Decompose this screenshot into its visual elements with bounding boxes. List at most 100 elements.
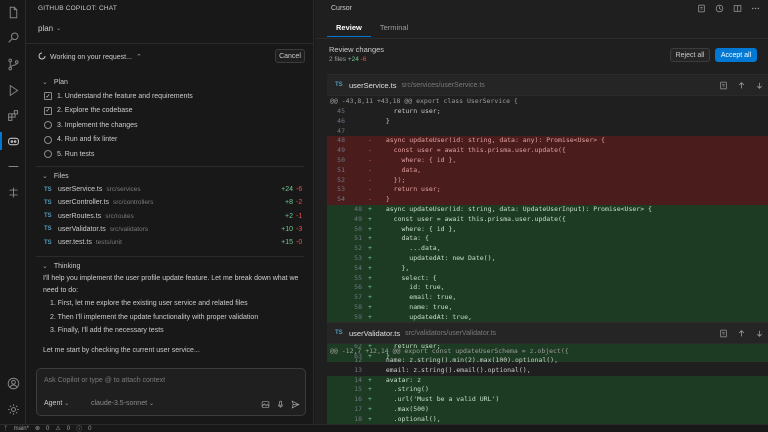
- mode-selector[interactable]: plan ⌄: [38, 24, 61, 33]
- diff-line: 53 - return user;: [327, 185, 768, 196]
- tab-terminal[interactable]: Terminal: [371, 19, 417, 37]
- old-line-number: 53: [337, 185, 345, 194]
- old-line-number: [327, 264, 345, 274]
- remote-icon[interactable]: [5, 184, 21, 200]
- model-selector[interactable]: claude-3.5-sonnet ⌄: [91, 400, 154, 407]
- reject-all-button[interactable]: Reject all: [670, 48, 710, 62]
- chat-input-box[interactable]: Ask Copilot or type @ to attach context …: [36, 368, 306, 416]
- new-line-number: [345, 166, 362, 176]
- new-line-number: [345, 117, 362, 127]
- diff-line: 16 + .url('Must be a valid URL'): [327, 395, 768, 405]
- settings-gear-icon[interactable]: [5, 401, 21, 417]
- warning-count[interactable]: 0: [67, 426, 70, 432]
- file-row[interactable]: TS userService.ts src/services +24 -6: [44, 186, 306, 193]
- window-title: Cursor: [331, 5, 353, 12]
- plan-item[interactable]: ✓ 1. Understand the feature and requireme…: [44, 92, 193, 100]
- search-icon[interactable]: [5, 29, 21, 45]
- arrow-up-icon[interactable]: [736, 328, 746, 338]
- files-icon[interactable]: [5, 4, 21, 20]
- file-name: user.test.ts: [58, 239, 92, 247]
- circle-pending-icon: [44, 150, 52, 159]
- files-section-header[interactable]: ⌄ Files: [42, 172, 69, 181]
- send-icon[interactable]: [290, 399, 300, 409]
- extensions-icon[interactable]: [5, 107, 21, 123]
- plan-item[interactable]: 5. Run tests: [44, 150, 94, 159]
- arrow-down-icon[interactable]: [754, 80, 764, 90]
- plan-item[interactable]: 4. Run and fix linter: [44, 135, 117, 144]
- error-count[interactable]: 0: [46, 426, 49, 432]
- account-icon[interactable]: [5, 375, 21, 391]
- tab-review[interactable]: Review: [327, 19, 371, 37]
- diff-sign: -: [368, 175, 372, 184]
- review-title: Review changes: [329, 45, 385, 54]
- new-file-icon[interactable]: [696, 3, 706, 13]
- split-layout-icon[interactable]: [732, 3, 742, 13]
- diff-line: 51 + data: {: [327, 234, 768, 245]
- thinking-section-header[interactable]: ⌄ Thinking: [42, 262, 80, 271]
- diff-sign: +: [368, 244, 372, 253]
- model-label: claude-3.5-sonnet: [91, 400, 148, 407]
- agent-label: Agent: [44, 400, 63, 407]
- chevron-up-icon: ⌃: [135, 54, 142, 61]
- diff-sign: +: [368, 224, 372, 233]
- new-line-number: 14: [354, 375, 362, 384]
- copilot-chat-icon[interactable]: [5, 133, 21, 149]
- new-line-number: 16: [354, 395, 362, 404]
- diff-file-header[interactable]: TS userService.ts src/services/userServi…: [327, 74, 768, 96]
- panel-title: GITHUB COPILOT: CHAT: [38, 5, 117, 12]
- lines-added: +2: [285, 212, 293, 220]
- copilot-chat-panel: GITHUB COPILOT: CHAT plan ⌄ Working on y…: [26, 0, 314, 424]
- minus-icon[interactable]: [5, 158, 21, 174]
- file-row[interactable]: TS userRoutes.ts src/routes +2 -1: [44, 213, 306, 220]
- info-count[interactable]: 0: [88, 426, 91, 432]
- new-line-number: 54: [354, 263, 362, 272]
- file-name: userValidator.ts: [58, 225, 106, 233]
- file-row[interactable]: TS userController.ts src/controllers +8 -2: [44, 199, 306, 206]
- plan-section-header[interactable]: ⌄ Plan: [42, 78, 68, 87]
- diff-sign: -: [368, 165, 372, 174]
- agent-selector[interactable]: Agent ⌄: [44, 400, 69, 407]
- old-line-number: 49: [337, 146, 345, 155]
- chevron-down-icon: ⌄: [149, 401, 155, 407]
- tab-underline: [315, 38, 768, 39]
- arrow-up-icon[interactable]: [736, 80, 746, 90]
- lines-removed: -0: [296, 239, 303, 247]
- file-row[interactable]: TS user.test.ts tests/unit +15 -0: [44, 239, 306, 246]
- cancel-button[interactable]: Cancel: [275, 49, 305, 63]
- diff-line: 52 - });: [327, 175, 768, 186]
- diff-line: 49 + const user = await this.prisma.user.…: [327, 214, 768, 225]
- chevron-down-icon: ⌄: [42, 79, 48, 86]
- code-text: },: [378, 263, 410, 272]
- old-line-number: 45: [337, 107, 345, 115]
- history-icon[interactable]: [714, 3, 724, 13]
- diff-line: 49 - const user = await this.prisma.user.…: [327, 146, 768, 156]
- run-debug-icon[interactable]: [5, 82, 21, 98]
- divider: [36, 256, 304, 257]
- mode-label: plan: [38, 24, 54, 33]
- lines-removed: -6: [360, 56, 367, 63]
- file-path: src/services: [106, 186, 141, 193]
- diff-file-header[interactable]: TS userValidator.ts src/validators/userV…: [327, 322, 768, 344]
- more-icon[interactable]: [750, 3, 760, 13]
- checkbox-checked-icon: ✓: [44, 92, 52, 100]
- arrow-down-icon[interactable]: [754, 328, 764, 338]
- typescript-icon: TS: [44, 213, 52, 220]
- microphone-icon[interactable]: [275, 399, 285, 409]
- diff-file-path: src/validators/userValidator.ts: [405, 329, 497, 337]
- open-file-icon[interactable]: [718, 328, 728, 338]
- branch-name[interactable]: main*: [14, 426, 29, 432]
- source-control-icon[interactable]: [5, 56, 21, 72]
- diff-line: 17 + .max(500): [327, 404, 768, 415]
- old-line-number: [327, 356, 345, 366]
- plan-item[interactable]: ✓ 2. Explore the codebase: [44, 106, 133, 115]
- file-row[interactable]: TS userValidator.ts src/validators +10 -3: [44, 226, 306, 233]
- image-attach-icon[interactable]: [260, 399, 270, 409]
- working-status[interactable]: Working on your request... ⌃: [38, 52, 142, 62]
- open-file-icon[interactable]: [718, 80, 728, 90]
- chat-input-placeholder[interactable]: Ask Copilot or type @ to attach context: [44, 377, 165, 384]
- accept-all-button[interactable]: Accept all: [715, 48, 757, 62]
- code-text: .url('Must be a valid URL'): [378, 395, 500, 404]
- file-path: src/routes: [105, 212, 134, 220]
- plan-item[interactable]: 3. Implement the changes: [44, 121, 138, 130]
- new-line-number: 56: [354, 283, 362, 292]
